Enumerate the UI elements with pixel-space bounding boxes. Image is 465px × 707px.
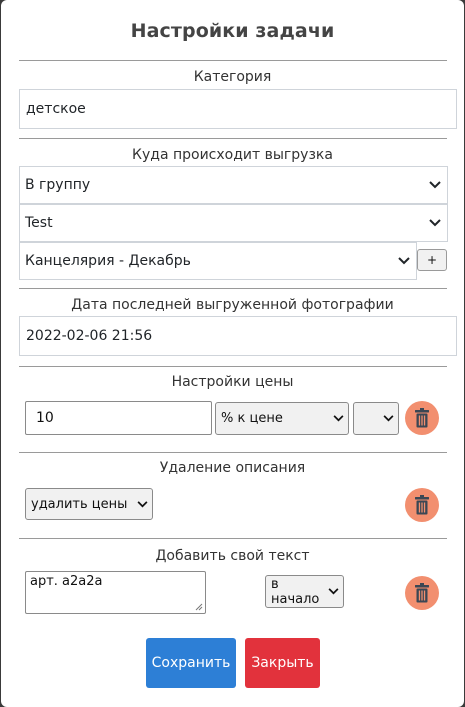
description-removal-value: удалить цены xyxy=(31,496,128,512)
description-removal-select[interactable]: удалить цены xyxy=(25,488,153,520)
description-removal-label: Удаление описания xyxy=(159,460,306,476)
save-button[interactable]: Сохранить xyxy=(146,638,236,688)
last-photo-input[interactable]: 2022-02-06 21:56 xyxy=(19,316,457,356)
export-album-select[interactable]: Канцелярия - Декабрь xyxy=(19,242,417,280)
trash-icon xyxy=(415,495,429,515)
price-amount-input[interactable]: 10 xyxy=(25,401,212,435)
delete-price-button[interactable] xyxy=(405,401,439,435)
trash-icon xyxy=(415,408,429,428)
chevron-down-icon xyxy=(382,413,394,425)
export-target-select[interactable]: В группу xyxy=(19,166,448,204)
price-extra-select[interactable] xyxy=(353,402,399,435)
custom-text-textarea[interactable]: арт. a2a2a xyxy=(25,571,206,614)
export-album-value: Канцелярия - Декабрь xyxy=(25,253,191,269)
divider xyxy=(19,366,447,367)
add-album-button[interactable]: + xyxy=(417,249,447,271)
divider xyxy=(19,288,447,289)
chevron-down-icon xyxy=(397,254,411,268)
divider xyxy=(19,538,447,539)
last-photo-value: 2022-02-06 21:56 xyxy=(26,328,153,344)
last-photo-label: Дата последней выгруженной фотографии xyxy=(71,297,394,313)
trash-icon xyxy=(415,583,429,603)
resize-grip-icon[interactable] xyxy=(195,603,203,611)
price-mode-value: % к цене xyxy=(221,411,283,426)
task-settings-dialog: Настройки задачи Категория детское Куда … xyxy=(1,0,464,707)
divider xyxy=(19,138,447,139)
price-mode-select[interactable]: % к цене xyxy=(215,402,349,435)
chevron-down-icon xyxy=(428,178,442,192)
category-value: детское xyxy=(26,101,86,117)
chevron-down-icon xyxy=(328,586,339,598)
price-label: Настройки цены xyxy=(171,374,294,390)
export-label: Куда происходит выгрузка xyxy=(132,147,333,163)
category-input[interactable]: детское xyxy=(19,89,457,129)
price-amount-value: 10 xyxy=(36,410,54,426)
chevron-down-icon xyxy=(332,413,344,425)
export-account-select[interactable]: Test xyxy=(19,204,448,242)
custom-text-position-select[interactable]: в начало xyxy=(265,575,344,608)
close-button[interactable]: Закрыть xyxy=(245,638,320,688)
custom-text-label: Добавить свой текст xyxy=(155,548,310,564)
delete-description-rule-button[interactable] xyxy=(405,488,439,522)
export-account-value: Test xyxy=(25,215,53,231)
custom-text-value: арт. a2a2a xyxy=(30,574,103,589)
divider xyxy=(19,60,447,61)
dialog-title: Настройки задачи xyxy=(130,20,335,42)
delete-custom-text-button[interactable] xyxy=(405,576,439,610)
chevron-down-icon xyxy=(428,216,442,230)
divider xyxy=(19,452,447,453)
chevron-down-icon xyxy=(136,498,148,510)
custom-text-position-value: в начало xyxy=(271,576,320,607)
export-target-value: В группу xyxy=(25,177,91,193)
category-label: Категория xyxy=(193,69,272,85)
